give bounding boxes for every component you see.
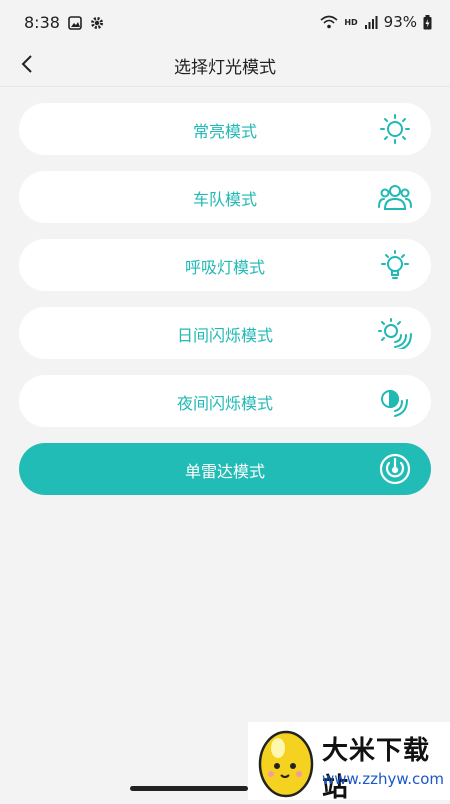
status-bar: 8:38 HD 93% xyxy=(0,0,450,46)
mode-option-breathing[interactable]: 呼吸灯模式 xyxy=(19,239,431,291)
sun-flash-icon xyxy=(378,318,412,349)
mode-option-day-flash[interactable]: 日间闪烁模式 xyxy=(19,307,431,359)
bulb-icon xyxy=(381,250,409,279)
sun-icon xyxy=(380,114,410,144)
mode-label: 夜间闪烁模式 xyxy=(176,394,273,413)
mode-label: 呼吸灯模式 xyxy=(184,258,265,277)
group-icon xyxy=(378,185,412,210)
night-flash-icon xyxy=(381,389,408,417)
watermark-name: 大米下载站 xyxy=(322,736,431,803)
mode-list: 常亮模式 车队模式 呼吸灯模式 日间闪烁模式 夜间闪烁模式 单雷达模式 xyxy=(19,103,431,511)
gallery-icon xyxy=(68,16,82,30)
top-bar: 选择灯光模式 xyxy=(0,46,450,86)
battery-charging-icon xyxy=(423,14,432,29)
watermark-url: www.zzhyw.com xyxy=(322,770,445,788)
network-label: HD xyxy=(344,17,358,27)
mode-label: 日间闪烁模式 xyxy=(176,326,273,345)
mode-option-convoy[interactable]: 车队模式 xyxy=(19,171,431,223)
wifi-icon xyxy=(320,15,338,29)
mode-option-night-flash[interactable]: 夜间闪烁模式 xyxy=(19,375,431,427)
page-title: 选择灯光模式 xyxy=(174,58,276,78)
egg-mascot-logo xyxy=(258,730,314,798)
watermark: 大米下载站 www.zzhyw.com xyxy=(248,722,450,803)
status-time: 8:38 xyxy=(24,13,60,32)
home-indicator xyxy=(130,786,248,791)
mode-option-single-radar[interactable]: 单雷达模式 xyxy=(19,443,431,495)
mode-label: 车队模式 xyxy=(192,190,257,209)
settings-gear-icon xyxy=(91,17,103,29)
mode-option-steady[interactable]: 常亮模式 xyxy=(19,103,431,155)
signal-icon xyxy=(364,16,378,29)
mode-label: 单雷达模式 xyxy=(184,462,265,481)
divider xyxy=(0,86,450,87)
radar-icon xyxy=(379,453,411,485)
mode-label: 常亮模式 xyxy=(192,122,257,141)
battery-percent: 93% xyxy=(383,13,417,31)
